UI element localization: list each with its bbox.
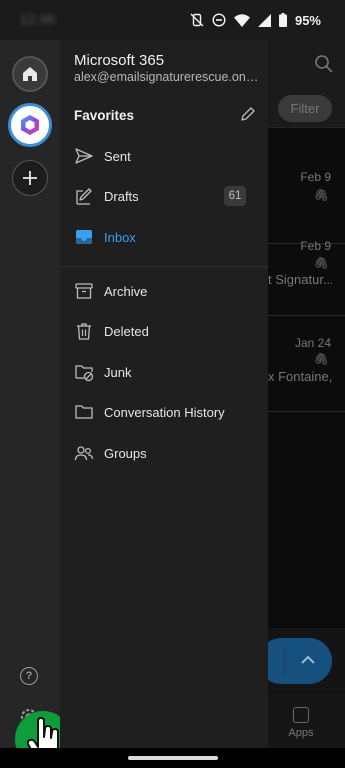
apps-icon[interactable] [293, 707, 309, 723]
search-icon[interactable] [314, 54, 334, 74]
archive-icon [75, 283, 93, 299]
folder-icon [75, 405, 93, 419]
send-icon [75, 148, 93, 164]
chevron-up-icon[interactable] [300, 652, 316, 668]
attachment-icon: 🖇 [313, 256, 329, 270]
folder-label: Drafts [104, 188, 139, 204]
microsoft-365-account-button[interactable] [8, 103, 52, 147]
status-time: 12:46 [20, 11, 56, 27]
folder-item-archive[interactable]: Archive [60, 271, 268, 311]
battery-icon [278, 13, 287, 27]
compose-fab[interactable] [258, 638, 332, 684]
drawer-divider [60, 266, 268, 267]
folder-drawer: Microsoft 365 alex@emailsignaturerescue.… [60, 40, 268, 748]
folder-label: Archive [104, 283, 148, 299]
message-row[interactable]: Jan 24 🖇 x Fontaine,... [268, 332, 345, 412]
status-icons: 95% [190, 11, 321, 29]
folder-item-groups[interactable]: Groups [60, 433, 268, 473]
message-row[interactable]: Feb 9 🖇 t Signatur... [268, 236, 345, 316]
message-snippet: x Fontaine,... [268, 369, 332, 384]
help-icon[interactable]: ? [20, 667, 38, 685]
inbox-icon [76, 230, 92, 244]
microsoft-365-logo-icon [21, 115, 39, 135]
junk-folder-icon [75, 365, 94, 382]
battery-percent: 95% [294, 12, 321, 28]
drafts-icon [76, 188, 92, 205]
folder-label: Groups [104, 445, 147, 461]
home-gesture-handle[interactable] [128, 756, 218, 760]
unread-count-badge: 61 [224, 186, 246, 206]
account-rail: ? [0, 40, 60, 748]
trash-icon [77, 323, 91, 340]
groups-icon [74, 446, 94, 461]
account-name: Microsoft 365 [74, 52, 165, 69]
folder-label: Deleted [104, 323, 149, 339]
add-account-button[interactable] [12, 160, 48, 196]
signal-icon [257, 13, 271, 27]
attachment-icon: 🖇 [313, 188, 329, 202]
wifi-icon [233, 13, 250, 27]
account-email: alex@emailsignaturerescue.onmicrosoft.co… [74, 70, 260, 84]
folder-label: Inbox [104, 229, 136, 245]
do-not-disturb-icon [212, 13, 226, 27]
home-account-button[interactable] [12, 56, 48, 92]
home-icon [23, 67, 37, 81]
pencil-icon[interactable] [240, 106, 256, 122]
filter-button[interactable]: Filter [278, 95, 332, 122]
folder-item-junk[interactable]: Junk [60, 352, 268, 392]
folder-item-sent[interactable]: Sent [60, 136, 268, 176]
folder-label: Junk [104, 364, 132, 380]
fab-divider [284, 646, 285, 676]
message-date: Feb 9 [300, 170, 331, 184]
folder-item-inbox[interactable]: Inbox [60, 217, 268, 257]
favorites-heading: Favorites [74, 108, 135, 123]
folder-item-drafts[interactable]: Drafts 61 [60, 176, 268, 216]
message-snippet: t Signatur... [268, 272, 332, 287]
status-bar: 12:46 95% [0, 0, 345, 40]
attachment-icon: 🖇 [313, 352, 329, 366]
folder-item-conversation-history[interactable]: Conversation History [60, 392, 268, 432]
message-date: Jan 24 [294, 336, 331, 350]
vibrate-off-icon [190, 13, 204, 27]
folder-item-deleted[interactable]: Deleted [60, 311, 268, 351]
folder-label: Sent [104, 148, 131, 164]
message-row[interactable]: Feb 9 🖇 [268, 164, 345, 244]
folder-label: Conversation History [104, 404, 225, 420]
plus-icon [23, 171, 37, 185]
message-date: Feb 9 [300, 239, 331, 253]
apps-label: Apps [288, 727, 314, 739]
